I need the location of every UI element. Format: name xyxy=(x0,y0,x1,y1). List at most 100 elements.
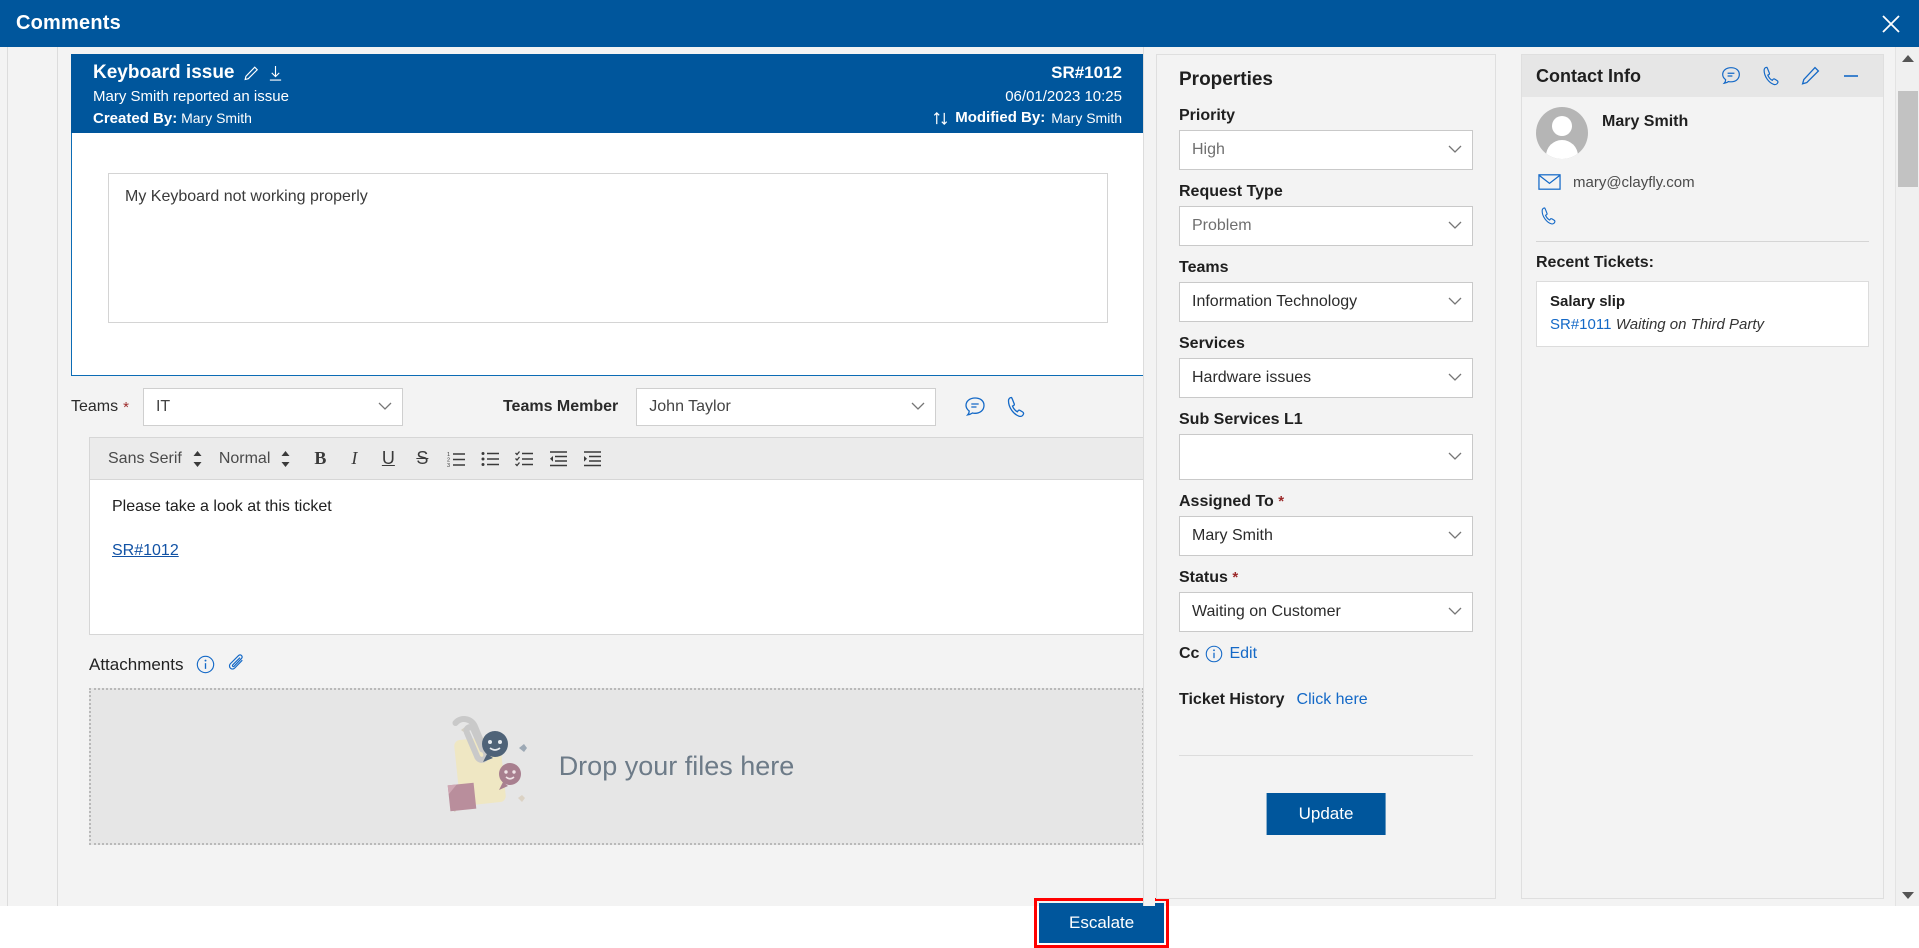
request-type-select[interactable]: Problem xyxy=(1179,206,1473,246)
contact-email[interactable]: mary@clayfly.com xyxy=(1573,174,1695,191)
dropzone-illustration-icon xyxy=(439,710,537,823)
underline-button[interactable]: U xyxy=(371,444,405,474)
teams-select[interactable]: IT xyxy=(142,388,403,426)
ticket-history-link[interactable]: Click here xyxy=(1297,691,1368,709)
paperclip-icon[interactable] xyxy=(227,654,248,675)
teams-label: Teams xyxy=(71,398,119,415)
bold-button[interactable]: B xyxy=(303,444,337,474)
chevron-down-icon xyxy=(911,398,925,416)
info-icon[interactable] xyxy=(1205,645,1223,663)
ticket-header-right: SR#1012 06/01/2023 10:25 Modified By: Ma… xyxy=(932,62,1122,128)
contact-phone-row xyxy=(1536,205,1869,227)
teams-panel-label: Teams xyxy=(1179,259,1229,276)
update-button[interactable]: Update xyxy=(1266,793,1386,835)
ticket-sr-number: SR#1012 xyxy=(1051,63,1122,82)
editor-body[interactable]: Please take a look at this ticket SR#101… xyxy=(90,480,1143,578)
pencil-icon[interactable] xyxy=(243,65,260,82)
font-family-select[interactable]: Sans Serif xyxy=(104,450,186,468)
indent-icon[interactable] xyxy=(575,444,609,474)
priority-select[interactable]: High xyxy=(1179,130,1473,170)
contact-name: Mary Smith xyxy=(1602,113,1689,130)
cc-edit-link[interactable]: Edit xyxy=(1229,645,1257,663)
sub-services-l1-select[interactable] xyxy=(1179,434,1473,480)
status-required-marker: * xyxy=(1232,569,1239,586)
scrollbar-thumb[interactable] xyxy=(1898,91,1918,187)
teams-panel-select[interactable]: Information Technology xyxy=(1179,282,1473,322)
font-size-spinner-icon[interactable] xyxy=(274,450,303,468)
info-icon[interactable] xyxy=(196,655,215,674)
contact-separator xyxy=(1536,241,1869,242)
editor-toolbar: Sans Serif Normal B I U S 123 xyxy=(90,438,1143,480)
font-size-select[interactable]: Normal xyxy=(215,450,275,468)
download-icon[interactable] xyxy=(268,65,283,82)
ticket-modified-by: Modified By: Mary Smith xyxy=(932,108,1122,128)
services-label: Services xyxy=(1179,335,1245,352)
editor-ticket-link[interactable]: SR#1012 xyxy=(112,542,179,559)
rich-text-editor: Sans Serif Normal B I U S 123 Please tak… xyxy=(89,437,1144,635)
field-status: Status * Waiting on Customer xyxy=(1179,569,1473,632)
ticket-history-row: Ticket History Click here xyxy=(1179,691,1473,709)
status-select[interactable]: Waiting on Customer xyxy=(1179,592,1473,632)
cc-row: Cc Edit xyxy=(1179,645,1473,663)
window-title-bar: Comments xyxy=(0,0,1919,47)
phone-icon[interactable] xyxy=(1751,56,1791,96)
ticket-description-text: My Keyboard not working properly xyxy=(108,173,1108,323)
bullet-list-icon[interactable] xyxy=(473,444,507,474)
ticket-title-row: Keyboard issue xyxy=(93,62,289,84)
created-by-label: Created By: xyxy=(93,110,178,127)
assigned-to-value: Mary Smith xyxy=(1192,527,1273,544)
ticket-subtitle: Mary Smith reported an issue xyxy=(93,88,289,105)
contact-info-panel: Contact Info Mary Smith mary@clayfly.com… xyxy=(1521,54,1884,899)
status-label: Status * xyxy=(1179,569,1473,587)
ordered-list-icon[interactable]: 123 xyxy=(439,444,473,474)
request-type-label: Request Type xyxy=(1179,183,1283,200)
field-assigned-to: Assigned To * Mary Smith xyxy=(1179,493,1473,556)
outdent-icon[interactable] xyxy=(541,444,575,474)
italic-button[interactable]: I xyxy=(337,444,371,474)
chevron-down-icon xyxy=(1448,527,1462,545)
services-select[interactable]: Hardware issues xyxy=(1179,358,1473,398)
field-teams: Teams Information Technology xyxy=(1179,259,1473,322)
ticket-header-left: Keyboard issue Mary Smith reported an is… xyxy=(93,62,289,129)
pencil-icon[interactable] xyxy=(1791,56,1831,96)
vertical-scrollbar[interactable] xyxy=(1895,47,1919,906)
left-gutter xyxy=(9,47,58,906)
scroll-up-arrow-icon[interactable] xyxy=(1896,47,1919,69)
close-icon[interactable] xyxy=(1863,0,1919,47)
teams-member-label: Teams Member xyxy=(502,398,619,415)
recent-ticket-id[interactable]: SR#1011 xyxy=(1550,316,1611,333)
panel-divider xyxy=(1143,47,1155,906)
escalate-button[interactable]: Escalate xyxy=(1039,903,1165,943)
ticket-datetime: 06/01/2023 10:25 xyxy=(1005,88,1122,105)
chat-icon[interactable] xyxy=(962,394,988,420)
font-family-spinner-icon[interactable] xyxy=(186,450,215,468)
mail-icon[interactable] xyxy=(1538,173,1561,191)
chevron-down-icon xyxy=(1448,293,1462,311)
strikethrough-button[interactable]: S xyxy=(405,444,439,474)
properties-divider xyxy=(1179,755,1473,756)
list-item[interactable]: Salary slip SR#1011 Waiting on Third Par… xyxy=(1536,281,1869,347)
assigned-to-select[interactable]: Mary Smith xyxy=(1179,516,1473,556)
modified-by-label: Modified By: xyxy=(955,109,1046,126)
recent-ticket-meta: SR#1011 Waiting on Third Party xyxy=(1550,316,1855,334)
teams-required-marker: * xyxy=(123,398,129,416)
teams-member-value: John Taylor xyxy=(649,398,731,415)
chat-icon[interactable] xyxy=(1711,56,1751,96)
contact-info-heading: Contact Info xyxy=(1536,65,1641,86)
scroll-down-arrow-icon[interactable] xyxy=(1896,884,1919,906)
attachments-dropzone[interactable]: Drop your files here xyxy=(89,688,1144,845)
field-sub-services-l1: Sub Services L1 xyxy=(1179,411,1473,480)
check-list-icon[interactable] xyxy=(507,444,541,474)
phone-icon[interactable] xyxy=(1004,394,1028,420)
ticket-created-by: Created By: Mary Smith xyxy=(93,108,289,129)
teams-member-select[interactable]: John Taylor xyxy=(636,388,937,426)
minimize-icon[interactable] xyxy=(1831,56,1871,96)
sort-updown-icon[interactable] xyxy=(932,111,949,126)
phone-icon[interactable] xyxy=(1538,205,1559,227)
chevron-down-icon xyxy=(378,398,392,416)
dropzone-text: Drop your files here xyxy=(558,751,795,781)
modified-by-value: Mary Smith xyxy=(1051,110,1122,126)
main-column: Keyboard issue Mary Smith reported an is… xyxy=(59,47,1170,948)
recent-ticket-title: Salary slip xyxy=(1550,293,1626,310)
field-request-type: Request Type Problem xyxy=(1179,183,1473,246)
